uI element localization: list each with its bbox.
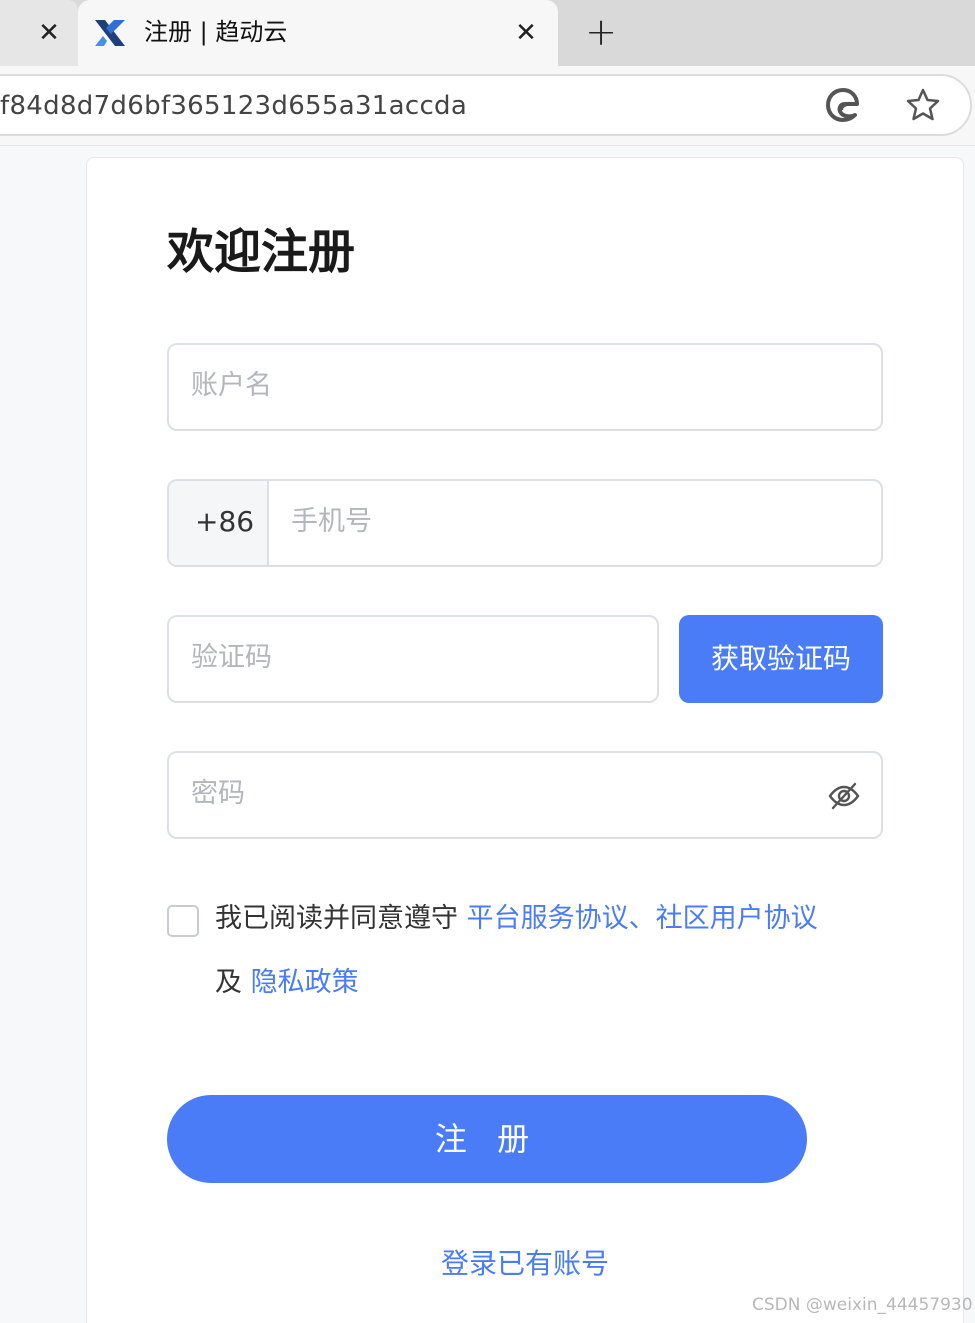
agreement-text-2: 及 隐私政策 [215,963,359,1003]
browser-toolbar: f84d8d7d6bf365123d655a31accda [0,66,975,146]
tab-strip: ✕ 注册 | 趋动云 ✕ + [0,0,975,66]
close-icon[interactable]: ✕ [512,18,540,48]
password-placeholder: 密码 [191,778,245,809]
account-input[interactable]: 账户名 [167,343,883,431]
agree-checkbox[interactable] [167,905,199,937]
tab-active[interactable]: 注册 | 趋动云 ✕ [78,0,558,66]
agree-separator: 、 [628,903,656,934]
site-logo-icon [95,20,125,46]
page-title: 欢迎注册 [167,225,355,280]
tab-title: 注册 | 趋动云 [144,18,288,46]
register-button[interactable]: 注 册 [167,1095,807,1183]
plus-icon[interactable]: + [580,12,622,54]
agree-and-text: 及 [215,967,251,998]
register-card: 欢迎注册 账户名 +86 手机号 验证码 获取验证码 密码 我已阅读并同意遵守 … [86,157,964,1323]
get-code-button[interactable]: 获取验证码 [679,615,883,703]
agreement-text: 我已阅读并同意遵守 平台服务协议、社区用户协议 [215,899,818,939]
close-icon[interactable]: ✕ [36,18,62,48]
verification-code-input[interactable]: 验证码 [167,615,659,703]
eye-hidden-icon[interactable] [827,779,861,813]
account-placeholder: 账户名 [191,370,272,401]
address-bar[interactable]: f84d8d7d6bf365123d655a31accda [0,74,972,136]
community-agreement-link[interactable]: 社区用户协议 [656,903,818,934]
privacy-policy-link[interactable]: 隐私政策 [251,967,359,998]
edge-icon[interactable] [824,86,862,124]
tab-previous[interactable]: ✕ [0,0,78,66]
country-code-label: +86 [195,505,255,538]
phone-placeholder: 手机号 [291,506,372,537]
login-existing-account-link[interactable]: 登录已有账号 [441,1244,609,1284]
platform-agreement-link[interactable]: 平台服务协议 [467,903,629,934]
password-input[interactable]: 密码 [167,751,883,839]
agree-prefix-text: 我已阅读并同意遵守 [215,903,467,934]
star-icon[interactable] [904,86,942,124]
phone-input[interactable]: +86 手机号 [167,479,883,567]
code-placeholder: 验证码 [191,642,272,673]
watermark: CSDN @weixin_44457930 [752,1295,973,1315]
address-url[interactable]: f84d8d7d6bf365123d655a31accda [0,88,467,124]
country-code-prefix[interactable]: +86 [169,481,269,565]
